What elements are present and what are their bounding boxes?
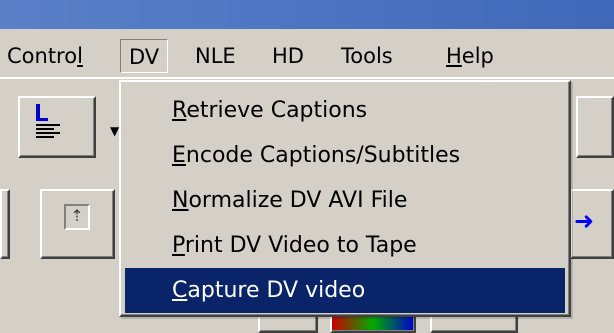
menu-hd[interactable]: HD bbox=[265, 39, 311, 73]
menu-tools-label: Tools bbox=[341, 44, 393, 68]
align-left-icon bbox=[36, 104, 64, 140]
menu-item-print-to-tape[interactable]: Print DV Video to Tape bbox=[125, 223, 565, 268]
menu-nle-label: NLE bbox=[195, 44, 236, 68]
toolbar-button-right-1[interactable] bbox=[576, 96, 614, 158]
menu-item-label: ncode Captions/Subtitles bbox=[185, 143, 461, 168]
menu-tools[interactable]: Tools bbox=[334, 39, 400, 73]
menu-item-capture-dv-video[interactable]: Capture DV video bbox=[125, 268, 565, 313]
menu-control-label: Contro bbox=[7, 44, 78, 68]
window-titlebar bbox=[0, 0, 614, 29]
menu-bar: Control DV NLE HD Tools Help bbox=[0, 29, 614, 78]
menu-control[interactable]: Control bbox=[0, 39, 90, 73]
menu-help-label: elp bbox=[461, 44, 494, 68]
menu-control-accelerator: l bbox=[77, 44, 83, 68]
arrow-right-icon: ➜ bbox=[573, 207, 595, 235]
menu-nle[interactable]: NLE bbox=[188, 39, 243, 73]
menu-item-encode-captions[interactable]: Encode Captions/Subtitles bbox=[125, 133, 565, 178]
menu-item-accelerator: E bbox=[172, 143, 186, 168]
dv-menu-dropdown: Retrieve Captions Encode Captions/Subtit… bbox=[119, 80, 571, 317]
menu-item-retrieve-captions[interactable]: Retrieve Captions bbox=[125, 88, 565, 133]
menu-item-accelerator: N bbox=[172, 188, 189, 213]
menu-item-accelerator: C bbox=[172, 278, 188, 303]
menu-help[interactable]: Help bbox=[439, 39, 501, 73]
menu-hd-label: HD bbox=[272, 44, 304, 68]
toolbar-button-bottom-1[interactable] bbox=[258, 315, 318, 333]
menu-item-accelerator: P bbox=[172, 233, 185, 258]
menu-dv[interactable]: DV bbox=[120, 39, 169, 73]
menu-dv-label: DV bbox=[129, 45, 160, 69]
color-bars-button[interactable] bbox=[330, 315, 416, 333]
menu-item-label: apture DV video bbox=[187, 278, 366, 303]
menu-item-label: etrieve Captions bbox=[186, 98, 368, 123]
menu-item-label: rint DV Video to Tape bbox=[184, 233, 417, 258]
toolbar-button-bottom-3[interactable] bbox=[430, 315, 518, 333]
menu-item-accelerator: R bbox=[172, 98, 187, 123]
toolbar-button-left-edge[interactable] bbox=[0, 189, 10, 259]
menu-help-accelerator: H bbox=[446, 44, 462, 68]
dropdown-arrow-icon[interactable]: ▼ bbox=[110, 124, 119, 138]
menu-item-normalize-avi[interactable]: Normalize DV AVI File bbox=[125, 178, 565, 223]
menu-item-label: ormalize DV AVI File bbox=[188, 188, 408, 213]
upload-box-icon: ⇡ bbox=[64, 204, 90, 230]
